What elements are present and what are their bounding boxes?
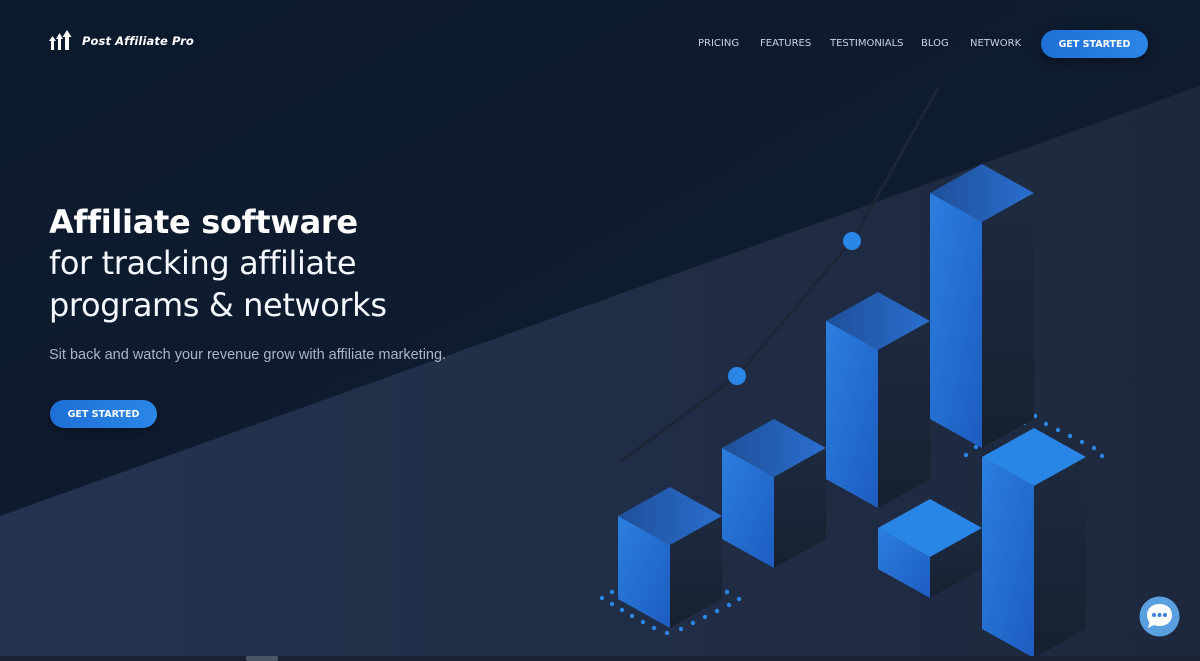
nav-item-testimonials[interactable]: TESTIMONIALS [830,38,904,49]
nav-get-started-button[interactable]: GET STARTED [1041,30,1148,58]
hero-get-started-button[interactable]: GET STARTED [50,400,157,428]
horizontal-scrollbar[interactable] [0,656,1200,661]
hero-subtitle: Sit back and watch your revenue grow wit… [49,347,447,363]
hero-title-line-2: for tracking affiliate [49,244,357,282]
chart-bar-2 [722,419,826,568]
chart-bar-4 [930,164,1034,448]
chat-bubble-icon [1139,596,1180,637]
chart-bar-3 [826,292,930,508]
hero-heading: Affiliate software for tracking affiliat… [49,202,569,326]
chat-widget-button[interactable] [1139,596,1180,637]
chart-block-small [878,499,982,598]
hero-title-bold: Affiliate software [49,203,358,241]
brand-name: Post Affiliate Pro [82,34,194,48]
trend-point-1 [728,367,746,385]
hero-title-line-3: programs & networks [49,286,387,324]
scrollbar-thumb[interactable] [246,656,278,661]
chart-bar-5 [982,428,1086,658]
trend-point-2 [843,232,861,250]
nav-item-network[interactable]: NETWORK [970,38,1021,49]
brand-logo[interactable]: Post Affiliate Pro [49,30,194,52]
chart-bar-1 [618,487,722,628]
nav-item-blog[interactable]: BLOG [921,38,949,49]
nav-item-features[interactable]: FEATURES [760,38,811,49]
nav-item-pricing[interactable]: PRICING [698,38,739,49]
top-navigation: Post Affiliate Pro PRICING FEATURES TEST… [0,0,1200,88]
rising-arrows-logo-icon [49,30,72,50]
growth-chart-illustration [599,87,1105,658]
